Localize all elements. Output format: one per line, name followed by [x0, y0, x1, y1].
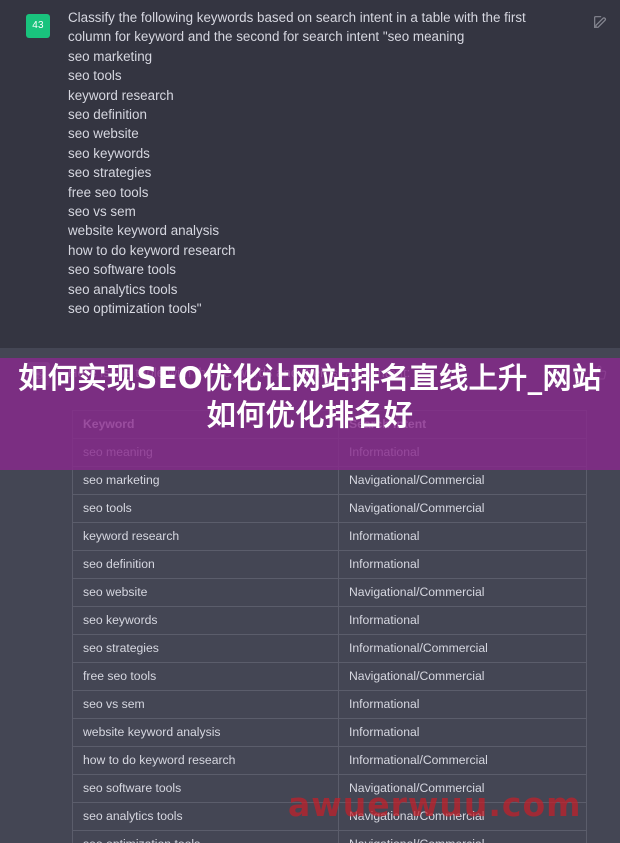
cell-keyword: website keyword analysis — [72, 718, 339, 747]
user-keyword-line: website keyword analysis — [68, 223, 220, 239]
cell-intent: Informational — [338, 522, 587, 551]
chat-screenshot: 43 Classify the following keywords based… — [0, 0, 620, 843]
table-row: seo website Navigational/Commercial — [72, 578, 587, 607]
cell-intent: Informational/Commercial — [338, 746, 587, 775]
user-keyword-line: seo vs sem — [68, 204, 136, 220]
overlay-title-text: 如何实现SEO优化让网站排名直线上升_网站如何优化排名好 — [18, 361, 602, 432]
cell-keyword: how to do keyword research — [72, 746, 339, 775]
user-keyword-line: seo keywords — [68, 145, 150, 161]
user-keyword-line: free seo tools — [68, 184, 149, 200]
cell-keyword: seo tools — [72, 494, 339, 523]
cell-intent: Informational — [338, 606, 587, 635]
user-message-body: Classify the following keywords based on… — [68, 8, 558, 319]
cell-keyword: seo marketing — [72, 466, 339, 495]
cell-keyword: seo website — [72, 578, 339, 607]
table-row: seo marketing Navigational/Commercial — [72, 466, 587, 495]
table-row: seo strategies Informational/Commercial — [72, 634, 587, 663]
user-prompt-text: Classify the following keywords based on… — [68, 10, 530, 45]
cell-intent: Informational — [338, 690, 587, 719]
cell-keyword: seo strategies — [72, 634, 339, 663]
user-keyword-line: seo strategies — [68, 165, 152, 181]
table-row: seo vs sem Informational — [72, 690, 587, 719]
table-row: seo tools Navigational/Commercial — [72, 494, 587, 523]
cell-keyword: seo optimization tools — [72, 830, 339, 843]
table-row: free seo tools Navigational/Commercial — [72, 662, 587, 691]
cell-intent: Navigational/Commercial — [338, 578, 587, 607]
cell-keyword: keyword research — [72, 522, 339, 551]
user-keyword-line: seo definition — [68, 107, 147, 123]
cell-intent: Navigational/Commercial — [338, 662, 587, 691]
table-row: seo keywords Informational — [72, 606, 587, 635]
user-keyword-line: how to do keyword research — [68, 242, 236, 258]
table-row: keyword research Informational — [72, 522, 587, 551]
cell-keyword: seo vs sem — [72, 690, 339, 719]
table-body: seo meaning Informational seo marketing … — [72, 438, 587, 843]
user-keyword-line: seo analytics tools — [68, 281, 178, 297]
user-keyword-line: keyword research — [68, 87, 174, 103]
user-avatar: 43 — [26, 14, 50, 38]
cell-keyword: free seo tools — [72, 662, 339, 691]
site-watermark: awuerwuu.com — [288, 785, 582, 824]
table-row: how to do keyword research Informational… — [72, 746, 587, 775]
cell-intent: Navigational/Commercial — [338, 830, 587, 843]
edit-square-icon[interactable] — [592, 14, 608, 30]
search-intent-table: Keyword Search Intent seo meaning Inform… — [72, 410, 587, 843]
table-row: seo optimization tools Navigational/Comm… — [72, 830, 587, 843]
cell-intent: Navigational/Commercial — [338, 494, 587, 523]
cell-intent: Informational — [338, 718, 587, 747]
user-keyword-line: seo software tools — [68, 262, 176, 278]
user-keyword-line: seo optimization tools" — [68, 301, 202, 317]
cell-keyword: seo definition — [72, 550, 339, 579]
cell-intent: Navigational/Commercial — [338, 466, 587, 495]
cell-intent: Informational — [338, 550, 587, 579]
user-message-turn: 43 Classify the following keywords based… — [0, 0, 620, 348]
user-keyword-line: seo marketing — [68, 48, 153, 64]
table-row: website keyword analysis Informational — [72, 718, 587, 747]
user-keyword-line: seo tools — [68, 68, 122, 84]
table-row: seo definition Informational — [72, 550, 587, 579]
cell-keyword: seo keywords — [72, 606, 339, 635]
user-keyword-line: seo website — [68, 126, 139, 142]
cell-intent: Informational/Commercial — [338, 634, 587, 663]
